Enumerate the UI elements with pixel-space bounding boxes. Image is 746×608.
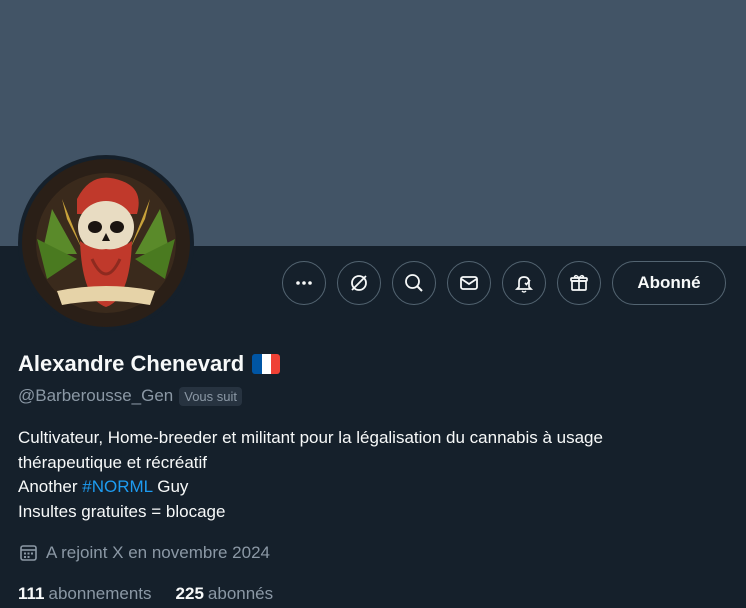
following-button[interactable]: Abonné — [612, 261, 726, 305]
bio-line: Another #NORML Guy — [18, 475, 728, 500]
profile-actions: Abonné — [282, 261, 726, 305]
notification-bell-icon — [514, 276, 534, 293]
profile-name-row: Alexandre Chenevard — [18, 351, 281, 377]
bio-line: Cultivateur, Home-breeder et militant po… — [18, 428, 603, 447]
avatar[interactable] — [18, 155, 194, 331]
grok-button[interactable] — [337, 261, 381, 305]
following-count: 111 — [18, 584, 45, 603]
following-link[interactable]: 111 abonnements — [18, 584, 152, 604]
france-flag-icon — [252, 354, 281, 374]
skull-avatar-icon — [22, 159, 190, 327]
more-icon — [296, 281, 312, 285]
follows-you-badge: Vous suit — [179, 386, 242, 406]
gift-icon — [570, 274, 588, 291]
followers-count: 225 — [175, 584, 204, 603]
bio-line: thérapeutique et récréatif — [18, 452, 208, 472]
search-button[interactable] — [392, 261, 436, 305]
following-label: abonnements — [48, 584, 152, 603]
notification-button[interactable] — [502, 261, 546, 305]
handle-row: @Barberousse_Gen Vous suit — [18, 386, 242, 406]
message-icon — [460, 276, 478, 290]
hashtag-link[interactable]: #NORML — [82, 477, 152, 496]
followers-link[interactable]: 225 abonnés — [176, 584, 274, 604]
display-name: Alexandre Chenevard — [18, 351, 245, 376]
search-icon — [405, 274, 423, 292]
grok-icon — [351, 275, 367, 291]
calendar-icon — [20, 545, 37, 561]
message-button[interactable] — [447, 261, 491, 305]
profile-bio: Cultivateur, Home-breeder et militant po… — [18, 426, 728, 524]
profile-handle: @Barberousse_Gen — [18, 386, 174, 405]
more-button[interactable] — [282, 261, 326, 305]
followers-label: abonnés — [207, 584, 274, 603]
joined-text: A rejoint X en novembre 2024 — [46, 542, 270, 562]
joined-date: A rejoint X en novembre 2024 — [18, 542, 270, 563]
bio-line: Insultes gratuites = blocage — [18, 501, 226, 521]
bio-text: Another — [18, 477, 78, 496]
follow-stats: 111 abonnements 225 abonnés — [18, 584, 273, 604]
gift-button[interactable] — [557, 261, 601, 305]
bio-text: Guy — [157, 477, 189, 496]
